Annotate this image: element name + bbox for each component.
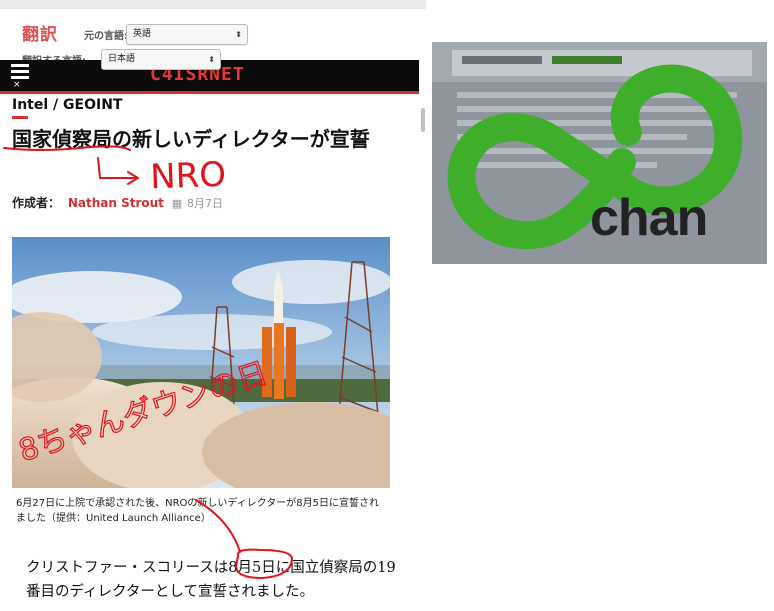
scrollbar[interactable]	[421, 108, 425, 132]
article-headline: 国家偵察局の新しいディレクターが宣誓	[12, 127, 370, 151]
target-language-value: 日本語	[108, 54, 136, 64]
byline-label: 作成者：	[12, 196, 61, 210]
translate-title: 翻訳	[22, 25, 58, 45]
author-link[interactable]: Nathan Strout	[68, 196, 164, 210]
browser-top-strip	[0, 0, 426, 9]
nro-arrow-mark	[97, 157, 139, 185]
source-language-label: 元の言語:	[84, 31, 128, 42]
article-category[interactable]: Intel / GEOINT	[12, 97, 122, 113]
nro-annotation: NRO	[150, 155, 227, 198]
eight-chan-logo-image: chan	[432, 42, 767, 264]
category-underline	[12, 116, 28, 119]
article-pane: 翻訳 元の言語: 英語 ⬍ 翻訳する言語: 日本語 ⬍ × C4ISRNET I…	[0, 0, 426, 611]
select-arrows-icon: ⬍	[235, 30, 242, 39]
byline: 作成者： Nathan Strout ▦ 8月7日	[12, 194, 223, 211]
source-language-value: 英語	[133, 29, 152, 39]
translate-bar: 翻訳 元の言語: 英語 ⬍ 翻訳する言語: 日本語 ⬍	[0, 14, 426, 70]
select-arrows-icon: ⬍	[208, 55, 215, 64]
article-body: クリストファー・スコリースは8月5日に国立偵察局の19番目のディレクターとして宣…	[26, 560, 396, 600]
photo-caption: 6月27日に上院で承認された後、NROの新しいディレクターが8月5日に宣誓されま…	[16, 498, 380, 524]
source-language-select[interactable]: 英語 ⬍	[126, 24, 248, 45]
article-photo-rocket-launch	[12, 237, 390, 488]
publish-date: 8月7日	[186, 197, 223, 210]
target-language-select[interactable]: 日本語 ⬍	[101, 49, 221, 70]
eight-chan-logo-text: chan	[590, 189, 708, 247]
menu-close-icon[interactable]: ×	[13, 80, 21, 90]
calendar-icon: ▦	[171, 197, 183, 210]
header-accent-line	[0, 91, 419, 94]
